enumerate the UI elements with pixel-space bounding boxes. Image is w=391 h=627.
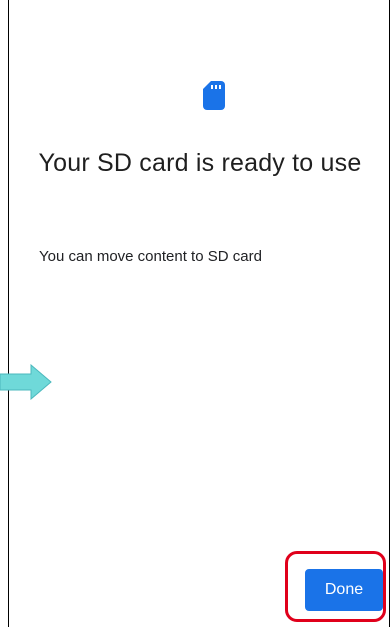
page-title: Your SD card is ready to use xyxy=(38,149,362,177)
screen: Your SD card is ready to use You can mov… xyxy=(8,0,390,627)
sd-card-icon xyxy=(203,81,225,110)
arrow-right-icon xyxy=(0,364,52,400)
info-message: You can move content to SD card xyxy=(39,248,262,265)
highlight-box xyxy=(285,551,386,622)
